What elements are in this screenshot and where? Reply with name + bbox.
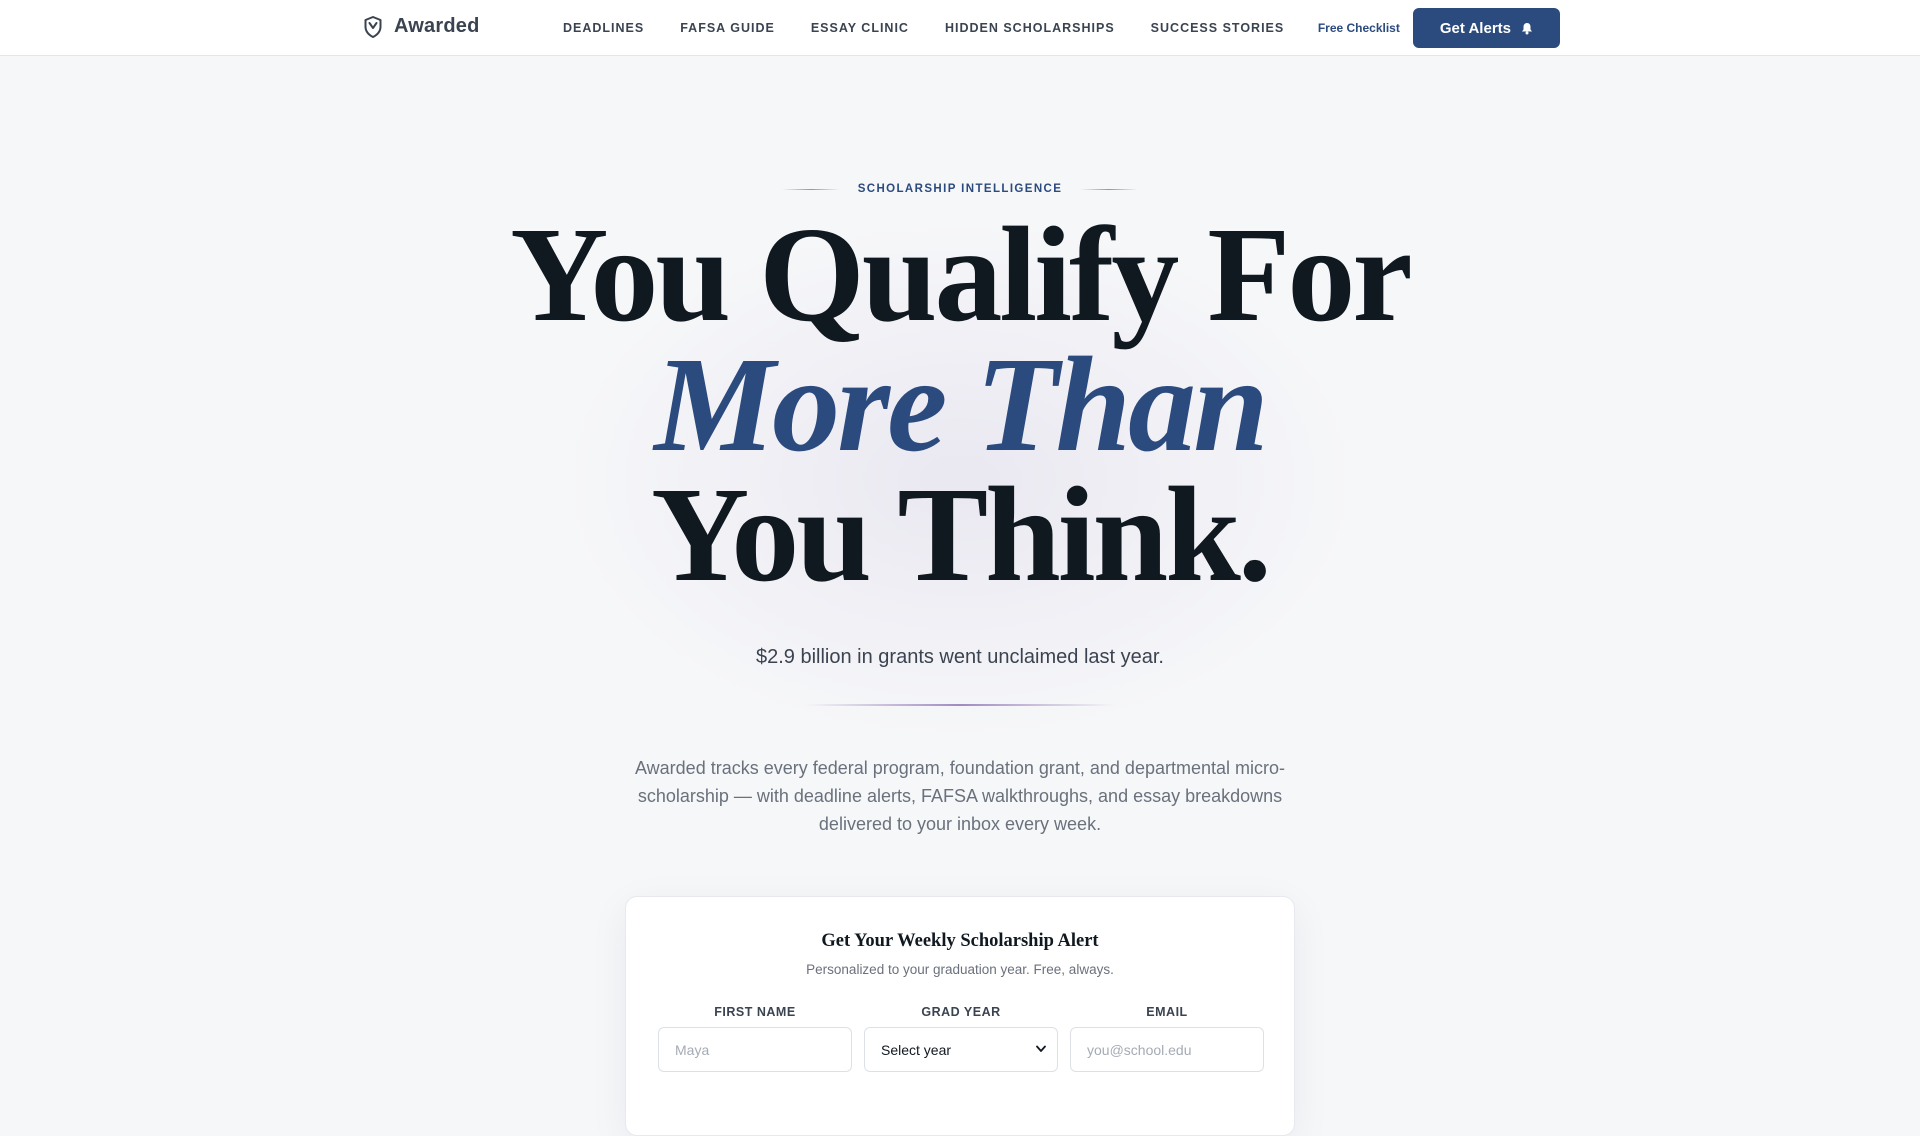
primary-nav: DEADLINES FAFSA GUIDE ESSAY CLINIC HIDDE… (563, 0, 1284, 56)
grad-year-select-wrap: Select year (864, 1027, 1058, 1072)
signup-card-subtitle: Personalized to your graduation year. Fr… (806, 962, 1114, 977)
eyebrow-line-left (781, 188, 840, 190)
get-alerts-button[interactable]: Get Alerts (1412, 8, 1560, 48)
brand-logo[interactable]: Awarded (364, 15, 480, 38)
email-field: EMAIL (1070, 1005, 1264, 1072)
grad-year-field: GRAD YEAR Select year (864, 1005, 1058, 1072)
first-name-label: FIRST NAME (714, 1005, 796, 1019)
free-checklist-link[interactable]: Free Checklist (1318, 21, 1400, 35)
signup-card: Get Your Weekly Scholarship Alert Person… (625, 896, 1295, 1136)
eyebrow-line-right (1080, 188, 1139, 190)
shield-icon (364, 15, 382, 38)
hero-stat: $2.9 billion in grants went unclaimed la… (755, 646, 1164, 668)
nav-link-hidden-scholarships[interactable]: HIDDEN SCHOLARSHIPS (945, 21, 1115, 35)
nav-actions: Free Checklist Get Alerts (1318, 8, 1560, 48)
signup-card-title: Get Your Weekly Scholarship Alert (821, 931, 1099, 951)
eyebrow-text: SCHOLARSHIP INTELLIGENCE (857, 183, 1063, 195)
nav-link-fafsa-guide[interactable]: FAFSA GUIDE (680, 21, 775, 35)
email-label: EMAIL (1146, 1005, 1188, 1019)
hero-headline: You Qualify For More Than You Think. (0, 200, 1920, 610)
email-input[interactable] (1070, 1027, 1264, 1072)
headline-line-3: You Think. (651, 460, 1272, 610)
grad-year-label: GRAD YEAR (921, 1005, 1001, 1019)
nav-link-success-stories[interactable]: SUCCESS STORIES (1151, 21, 1285, 35)
headline-line-1: You Qualify For (510, 200, 1413, 350)
grad-year-select[interactable]: Select year (864, 1027, 1058, 1072)
brand-name: Awarded (394, 15, 480, 37)
top-nav: Awarded DEADLINES FAFSA GUIDE ESSAY CLIN… (0, 0, 1920, 56)
get-alerts-label: Get Alerts (1439, 19, 1511, 37)
hero-divider (805, 704, 1115, 706)
headline-line-2-accent: More Than (654, 330, 1269, 480)
first-name-input[interactable] (658, 1027, 852, 1072)
nav-link-essay-clinic[interactable]: ESSAY CLINIC (811, 21, 909, 35)
bell-icon (1522, 22, 1532, 34)
first-name-field: FIRST NAME (658, 1005, 852, 1072)
nav-link-deadlines[interactable]: DEADLINES (563, 21, 644, 35)
hero-description: Awarded tracks every federal program, fo… (634, 758, 1285, 834)
hero-eyebrow: SCHOLARSHIP INTELLIGENCE (0, 183, 1920, 195)
